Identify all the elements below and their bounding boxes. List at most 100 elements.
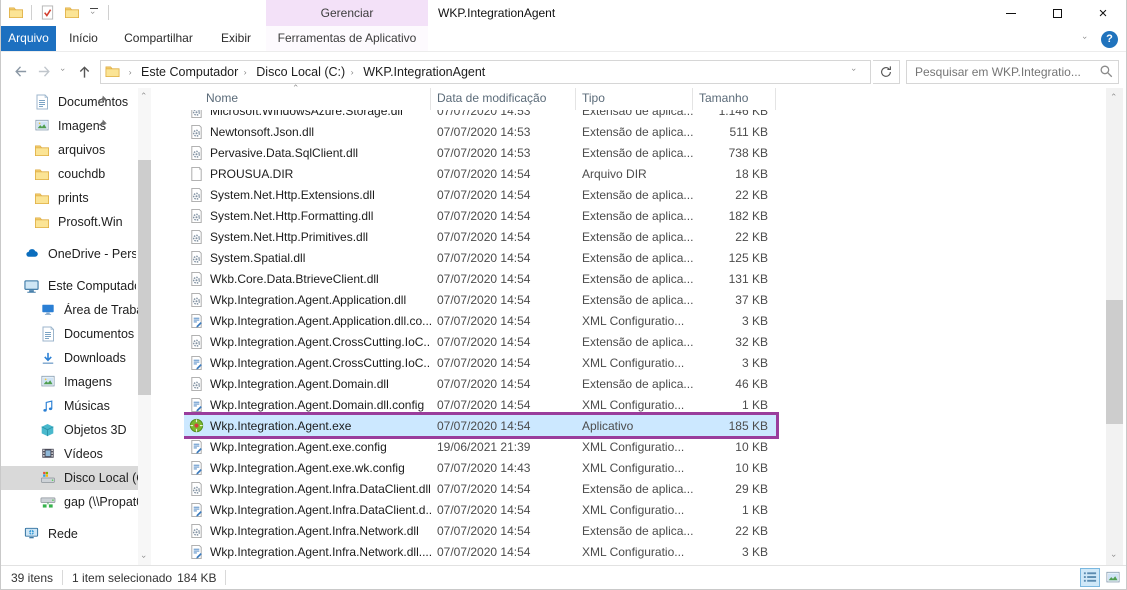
refresh-button[interactable] xyxy=(873,59,900,84)
sidebar-item-onedrive-personal[interactable]: OneDrive - Personal xyxy=(1,242,151,266)
file-row[interactable]: Wkp.Integration.Agent.Infra.DataClient.d… xyxy=(184,478,776,499)
large-icons-view-button[interactable] xyxy=(1103,568,1123,587)
sidebar-scrollbar-thumb[interactable] xyxy=(138,160,151,395)
file-name: Wkp.Integration.Agent.Domain.dll xyxy=(210,376,389,391)
dll-file-icon xyxy=(189,110,204,118)
file-list-scrollbar[interactable] xyxy=(1106,88,1123,565)
up-button[interactable] xyxy=(72,60,96,84)
breadcrumb-chevron-icon[interactable] xyxy=(348,68,360,75)
file-row[interactable]: PROUSUA.DIR 07/07/2020 14:54 Arquivo DIR… xyxy=(184,163,776,184)
sidebar-item-v-deos[interactable]: Vídeos xyxy=(1,442,151,466)
sidebar-item-m-sicas[interactable]: Músicas xyxy=(1,394,151,418)
file-row[interactable]: Wkp.Integration.Agent.Infra.Network.dll … xyxy=(184,520,776,541)
file-row[interactable]: System.Net.Http.Extensions.dll 07/07/202… xyxy=(184,184,776,205)
breadcrumb: Este Computador Disco Local (C:) WKP.Integ… xyxy=(126,65,488,79)
file-row-selected[interactable]: Wkp.Integration.Agent.exe 07/07/2020 14:… xyxy=(184,415,776,436)
breadcrumb-segment[interactable]: Este Computador xyxy=(138,65,241,79)
sidebar-item-objetos-3d[interactable]: Objetos 3D xyxy=(1,418,151,442)
sidebar-item-downloads[interactable]: Downloads xyxy=(1,346,151,370)
ribbon-collapse-chevron-icon[interactable] xyxy=(1081,36,1091,43)
file-type: Extensão de aplica... xyxy=(582,334,693,349)
breadcrumb-chevron-icon[interactable] xyxy=(126,68,138,75)
column-header-nome[interactable]: Nome xyxy=(184,88,431,110)
file-row[interactable]: System.Spatial.dll 07/07/2020 14:54 Exte… xyxy=(184,247,776,268)
file-row[interactable]: Wkp.Integration.Agent.Domain.dll.config … xyxy=(184,394,776,415)
sidebar-item-label: Documentos xyxy=(58,95,129,109)
sidebar-item-gap-propat01[interactable]: gap (\\Propat01: xyxy=(1,490,151,514)
sidebar-item-arquivos[interactable]: arquivos xyxy=(1,138,151,162)
file-row[interactable]: System.Net.Http.Primitives.dll 07/07/202… xyxy=(184,226,776,247)
file-row[interactable]: Wkp.Integration.Agent.CrossCutting.IoC..… xyxy=(184,352,776,373)
column-header-tipo[interactable]: Tipo xyxy=(576,88,693,110)
search-input[interactable] xyxy=(915,64,1099,79)
file-name: Wkp.Integration.Agent.Infra.Network.dll.… xyxy=(210,544,431,559)
file-list-scrollbar-thumb[interactable] xyxy=(1106,300,1123,424)
scroll-down-icon[interactable] xyxy=(138,551,151,565)
close-button[interactable]: × xyxy=(1080,0,1126,26)
maximize-button[interactable] xyxy=(1034,0,1080,26)
address-box[interactable]: Este Computador Disco Local (C:) WKP.Integ… xyxy=(100,59,871,84)
minimize-button[interactable] xyxy=(988,0,1034,26)
customize-quick-access-button[interactable] xyxy=(87,4,101,21)
forward-button[interactable] xyxy=(32,60,56,84)
maximize-icon xyxy=(1052,8,1062,18)
column-header-data-de-modifica-o[interactable]: Data de modificação xyxy=(431,88,576,110)
file-row[interactable]: Wkp.Integration.Agent.exe.wk.config 07/0… xyxy=(184,457,776,478)
file-row[interactable]: Wkp.Integration.Agent.CrossCutting.IoC..… xyxy=(184,331,776,352)
help-button[interactable]: ? xyxy=(1101,30,1118,48)
back-button[interactable] xyxy=(8,60,32,84)
scroll-down-button[interactable] xyxy=(1106,549,1123,565)
tab-inicio[interactable]: Início xyxy=(56,26,111,51)
sidebar-item-disco-local-c[interactable]: Disco Local (C:) xyxy=(1,466,151,490)
bar-icon xyxy=(90,7,98,9)
sidebar-item-label: prints xyxy=(58,191,89,205)
explorer-folder-icon[interactable] xyxy=(7,4,24,21)
breadcrumb-segment[interactable]: WKP.IntegrationAgent xyxy=(360,65,488,79)
address-dropdown-button[interactable] xyxy=(844,61,866,83)
file-row[interactable]: Pervasive.Data.SqlClient.dll 07/07/2020 … xyxy=(184,142,776,163)
column-header-tamanho[interactable]: Tamanho xyxy=(693,88,776,110)
file-name: System.Net.Http.Formatting.dll xyxy=(210,208,374,223)
sidebar-scrollbar[interactable] xyxy=(138,88,151,565)
file-row[interactable]: System.Net.Http.Formatting.dll 07/07/202… xyxy=(184,205,776,226)
file-row[interactable]: Wkp.Integration.Agent.Application.dll 07… xyxy=(184,289,776,310)
file-name: Wkb.Core.Data.BtrieveClient.dll xyxy=(210,271,379,286)
file-row[interactable]: Wkp.Integration.Agent.Infra.Network.dll.… xyxy=(184,541,776,562)
file-row[interactable]: Wkp.Integration.Agent.Application.dll.co… xyxy=(184,310,776,331)
sidebar-item-prosoft-win[interactable]: Prosoft.Win xyxy=(1,210,151,234)
sidebar-item-documentos[interactable]: Documentos xyxy=(1,90,151,114)
sidebar-item-rede[interactable]: Rede xyxy=(1,522,151,546)
sidebar-item-documentos[interactable]: Documentos xyxy=(1,322,151,346)
file-row[interactable]: Microsoft.WindowsAzure.Storage.dll 07/07… xyxy=(184,110,776,121)
image-icon xyxy=(39,374,56,391)
file-row[interactable]: Newtonsoft.Json.dll 07/07/2020 14:53 Ext… xyxy=(184,121,776,142)
tab-ferramentas-de-aplicativo[interactable]: Ferramentas de Aplicativo xyxy=(266,26,428,51)
sidebar-item-imagens[interactable]: Imagens xyxy=(1,114,151,138)
file-row[interactable]: Wkb.Core.Data.BtrieveClient.dll 07/07/20… xyxy=(184,268,776,289)
contextual-tab-group-gerenciar[interactable]: Gerenciar xyxy=(266,0,428,26)
breadcrumb-segment[interactable]: Disco Local (C:) xyxy=(253,65,348,79)
file-date: 07/07/2020 14:53 xyxy=(437,124,531,139)
dll-file-icon xyxy=(189,145,204,160)
file-row[interactable]: Wkp.Integration.Agent.Domain.dll 07/07/2… xyxy=(184,373,776,394)
new-folder-button[interactable] xyxy=(63,4,80,21)
sidebar-item-este-computador[interactable]: Este Computador xyxy=(1,274,151,298)
recent-locations-button[interactable] xyxy=(56,60,72,84)
tab-exibir[interactable]: Exibir xyxy=(206,26,266,51)
file-row[interactable]: Wkp.Integration.Agent.Infra.DataClient.d… xyxy=(184,499,776,520)
arrow-up-icon xyxy=(77,64,92,80)
tab-arquivo[interactable]: Arquivo xyxy=(1,26,56,51)
sidebar-item-prints[interactable]: prints xyxy=(1,186,151,210)
properties-button[interactable] xyxy=(39,4,56,21)
sidebar-item-imagens[interactable]: Imagens xyxy=(1,370,151,394)
tab-compartilhar[interactable]: Compartilhar xyxy=(111,26,206,51)
sidebar-item-rea-de-trabalho[interactable]: Área de Trabalho xyxy=(1,298,151,322)
file-row[interactable]: Wkp.Integration.Agent.exe.config 19/06/2… xyxy=(184,436,776,457)
large-icons-view-icon xyxy=(1105,571,1121,585)
scroll-up-icon[interactable] xyxy=(138,88,151,102)
sidebar-item-couchdb[interactable]: couchdb xyxy=(1,162,151,186)
details-view-button[interactable] xyxy=(1080,568,1100,587)
breadcrumb-chevron-icon[interactable] xyxy=(241,68,253,75)
column-headers: Nome Data de modificação Tipo Tamanho xyxy=(184,88,776,110)
scroll-up-button[interactable] xyxy=(1106,88,1123,104)
